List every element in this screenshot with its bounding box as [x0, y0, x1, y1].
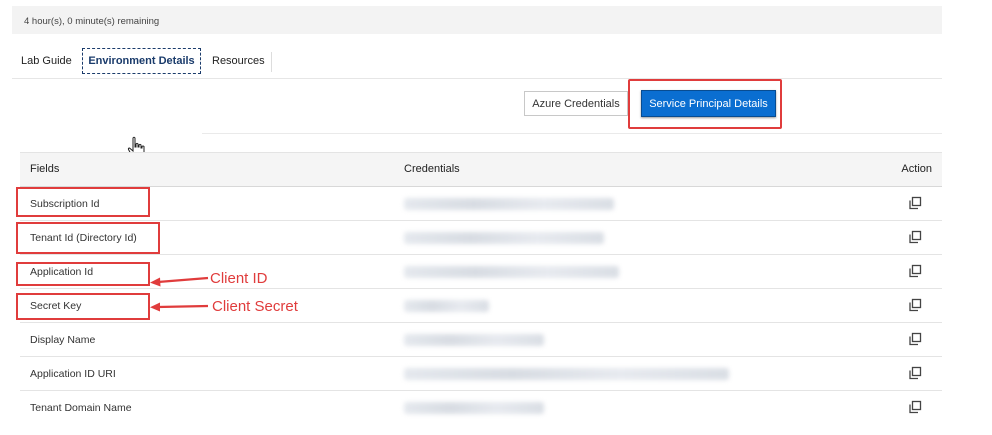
timer-bar: 4 hour(s), 0 minute(s) remaining [12, 6, 942, 34]
table-row: Tenant Domain Name [20, 391, 942, 424]
credential-value-redacted [404, 368, 729, 380]
service-principal-details-button[interactable]: Service Principal Details [641, 90, 776, 117]
field-label: Application ID URI [30, 368, 116, 380]
tab-bar: Lab Guide Environment Details Resources [12, 46, 942, 79]
tab-lab-guide[interactable]: Lab Guide [21, 48, 72, 74]
field-label: Tenant Domain Name [30, 402, 132, 414]
column-header-action: Action [901, 163, 932, 175]
table-row: Subscription Id [20, 187, 942, 221]
azure-credentials-button[interactable]: Azure Credentials [524, 91, 628, 116]
copy-icon[interactable] [908, 332, 922, 346]
annotation-client-secret: Client Secret [212, 298, 298, 315]
credential-value-redacted [404, 232, 604, 244]
highlight-box-subscription-id [16, 187, 150, 217]
copy-icon[interactable] [908, 400, 922, 414]
copy-icon[interactable] [908, 264, 922, 278]
highlight-box-secret-key [16, 293, 150, 320]
annotation-arrows [150, 276, 209, 312]
tab-divider [271, 52, 272, 72]
table-header: Fields Credentials Action [20, 152, 942, 187]
divider [202, 133, 942, 134]
time-remaining: 4 hour(s), 0 minute(s) remaining [24, 16, 160, 27]
credential-value-redacted [404, 300, 489, 312]
tab-environment-details[interactable]: Environment Details [82, 48, 201, 74]
copy-icon[interactable] [908, 298, 922, 312]
copy-icon[interactable] [908, 366, 922, 380]
copy-icon[interactable] [908, 230, 922, 244]
table-row: Display Name [20, 323, 942, 357]
credential-value-redacted [404, 266, 619, 278]
credential-value-redacted [404, 334, 544, 346]
field-label: Display Name [30, 334, 96, 346]
highlight-box-application-id [16, 262, 150, 286]
table-row: Application ID URI [20, 357, 942, 391]
column-header-fields: Fields [30, 163, 60, 175]
annotation-client-id: Client ID [210, 270, 268, 287]
column-header-credentials: Credentials [404, 163, 460, 175]
credential-value-redacted [404, 402, 544, 414]
credential-value-redacted [404, 198, 614, 210]
copy-icon[interactable] [908, 196, 922, 210]
tab-resources[interactable]: Resources [212, 48, 265, 74]
highlight-box-tenant-id [16, 222, 160, 254]
